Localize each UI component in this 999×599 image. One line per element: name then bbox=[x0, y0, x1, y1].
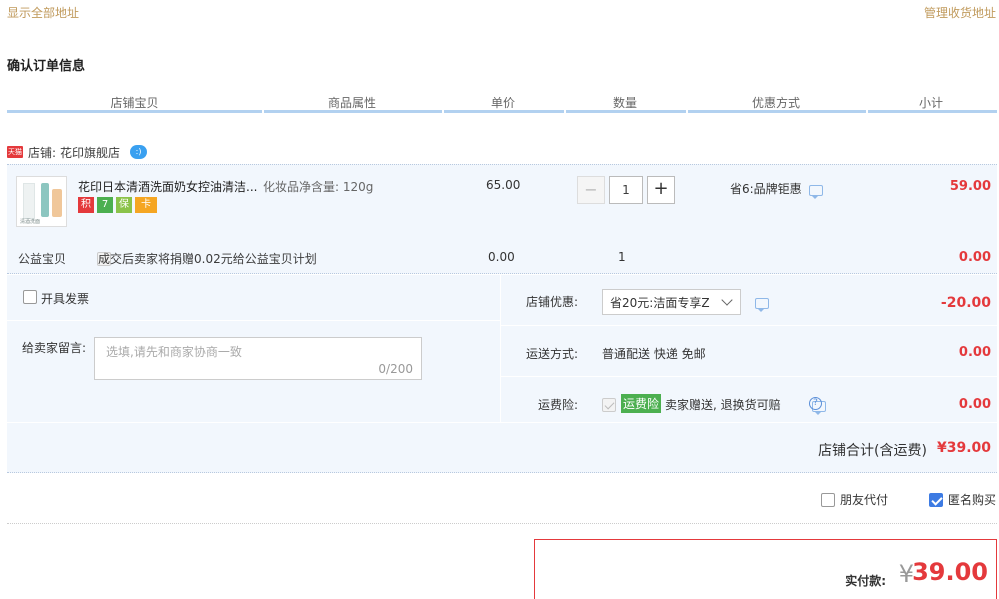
friend-pay-option[interactable]: 朋友代付 bbox=[821, 491, 888, 508]
seven-day-return-icon: 7 bbox=[97, 197, 113, 213]
wangwang-chat-icon[interactable]: :) bbox=[130, 145, 148, 159]
header-divider bbox=[868, 110, 997, 113]
header-divider bbox=[566, 110, 686, 113]
insurance-checkbox[interactable] bbox=[602, 397, 616, 412]
insurance-text: 卖家赠送, 退换货可赔 bbox=[665, 398, 781, 412]
charity-subtotal: 0.00 bbox=[958, 250, 991, 265]
insurance-label: 运费险: bbox=[538, 398, 579, 412]
decrease-quantity-button[interactable]: − bbox=[577, 176, 605, 204]
item-subtotal: 59.00 bbox=[949, 179, 991, 194]
anonymous-option[interactable]: 匿名购买 bbox=[929, 491, 996, 508]
product-title[interactable]: 花印日本清酒洗面奶女控油清洁... bbox=[78, 178, 257, 195]
invoice-checkbox[interactable] bbox=[23, 290, 37, 304]
shop-row: 天猫 店铺: 花印旗舰店 :) bbox=[7, 143, 148, 161]
shipping-row: 运送方式: 普通配送 快递 免邮 0.00 bbox=[501, 326, 997, 377]
shipping-label: 运送方式: bbox=[526, 347, 579, 361]
anonymous-label: 匿名购买 bbox=[948, 493, 997, 507]
column-header-discount: 优惠方式 bbox=[751, 96, 800, 110]
payment-summary: 实付款: ¥ 39.00 bbox=[534, 539, 997, 599]
header-divider bbox=[688, 110, 866, 113]
increase-quantity-button[interactable]: + bbox=[647, 176, 675, 204]
shop-discount-row: 店铺优惠: 省20元:洁面专享Z -20.00 bbox=[501, 275, 997, 326]
order-options: 开具发票 给卖家留言: 选填,请先和商家协商一致 0/200 店铺优惠: 省20… bbox=[7, 275, 997, 473]
show-all-address-link[interactable]: 显示全部地址 bbox=[7, 4, 79, 21]
payment-amount: 39.00 bbox=[912, 558, 988, 586]
column-header-shop-item: 店铺宝贝 bbox=[110, 96, 159, 110]
charity-label: 公益宝贝 bbox=[18, 252, 67, 266]
friend-pay-checkbox[interactable] bbox=[821, 492, 835, 507]
column-header-attributes: 商品属性 bbox=[327, 96, 376, 110]
item-discount: 省6:品牌钜惠 bbox=[730, 182, 802, 196]
points-tag-icon: 积 bbox=[78, 197, 94, 213]
charity-price: 0.00 bbox=[488, 250, 515, 264]
shop-discount-amount: -20.00 bbox=[940, 295, 991, 311]
column-header-subtotal: 小计 bbox=[918, 96, 943, 110]
page-title: 确认订单信息 bbox=[7, 59, 86, 74]
product-tags: 积7保卡 bbox=[78, 197, 160, 213]
header-divider bbox=[444, 110, 564, 113]
chevron-down-icon bbox=[721, 294, 733, 306]
shop-total-label: 店铺合计(含运费) bbox=[818, 443, 927, 459]
divider bbox=[7, 523, 997, 524]
left-options: 开具发票 给卖家留言: 选填,请先和商家协商一致 0/200 bbox=[7, 275, 501, 422]
shop-label: 店铺: bbox=[28, 145, 57, 160]
credit-card-icon: 卡 bbox=[135, 197, 157, 213]
shipping-amount: 0.00 bbox=[958, 345, 991, 360]
product-attribute: 化妆品净含量: 120g bbox=[263, 180, 374, 194]
shop-discount-label: 店铺优惠: bbox=[526, 295, 579, 309]
column-header-quantity: 数量 bbox=[612, 96, 637, 110]
unit-price: 65.00 bbox=[486, 178, 521, 192]
friend-pay-label: 朋友代付 bbox=[840, 493, 889, 507]
help-icon[interactable]: ? bbox=[809, 397, 822, 410]
order-item: 清酒洗面 花印日本清酒洗面奶女控油清洁... 积7保卡 化妆品净含量: 120g… bbox=[7, 164, 997, 274]
shop-discount-selected: 省20元:洁面专享Z bbox=[610, 295, 710, 310]
shipping-value: 普通配送 快递 免邮 bbox=[602, 347, 706, 361]
seller-message-input[interactable]: 选填,请先和商家协商一致 0/200 bbox=[94, 337, 422, 380]
quantity-input[interactable]: 1 bbox=[609, 176, 643, 204]
anonymous-checkbox[interactable] bbox=[929, 492, 943, 507]
shop-total-amount: ¥39.00 bbox=[936, 440, 991, 456]
guarantee-icon: 保 bbox=[116, 197, 132, 213]
message-counter: 0/200 bbox=[378, 362, 413, 376]
insurance-amount: 0.00 bbox=[958, 397, 991, 412]
quantity-stepper: − 1 + bbox=[577, 176, 675, 204]
discount-info-icon[interactable] bbox=[755, 298, 769, 312]
payment-label: 实付款: bbox=[845, 574, 886, 588]
product-image[interactable]: 清酒洗面 bbox=[16, 176, 67, 227]
column-header-unit-price: 单价 bbox=[490, 96, 515, 110]
invoice-label: 开具发票 bbox=[41, 292, 90, 306]
message-label: 给卖家留言: bbox=[22, 341, 87, 355]
header-divider bbox=[264, 110, 442, 113]
manage-address-link[interactable]: 管理收货地址 bbox=[924, 4, 996, 21]
charity-text: 成交后卖家将捐赠0.02元给公益宝贝计划 bbox=[98, 252, 317, 266]
shop-total-row: 店铺合计(含运费) ¥39.00 bbox=[7, 422, 997, 473]
insurance-badge: 运费险 bbox=[621, 394, 662, 413]
message-placeholder: 选填,请先和商家协商一致 bbox=[106, 345, 242, 359]
tmall-badge: 天猫 bbox=[7, 146, 23, 158]
header-divider bbox=[7, 110, 262, 113]
insurance-row: 运费险: 运费险 卖家赠送, 退换货可赔 ? 0.00 bbox=[501, 377, 997, 422]
shop-discount-select[interactable]: 省20元:洁面专享Z bbox=[602, 289, 741, 315]
charity-quantity: 1 bbox=[618, 250, 626, 264]
discount-info-icon[interactable] bbox=[809, 185, 823, 199]
shop-name[interactable]: 花印旗舰店 bbox=[60, 144, 120, 161]
